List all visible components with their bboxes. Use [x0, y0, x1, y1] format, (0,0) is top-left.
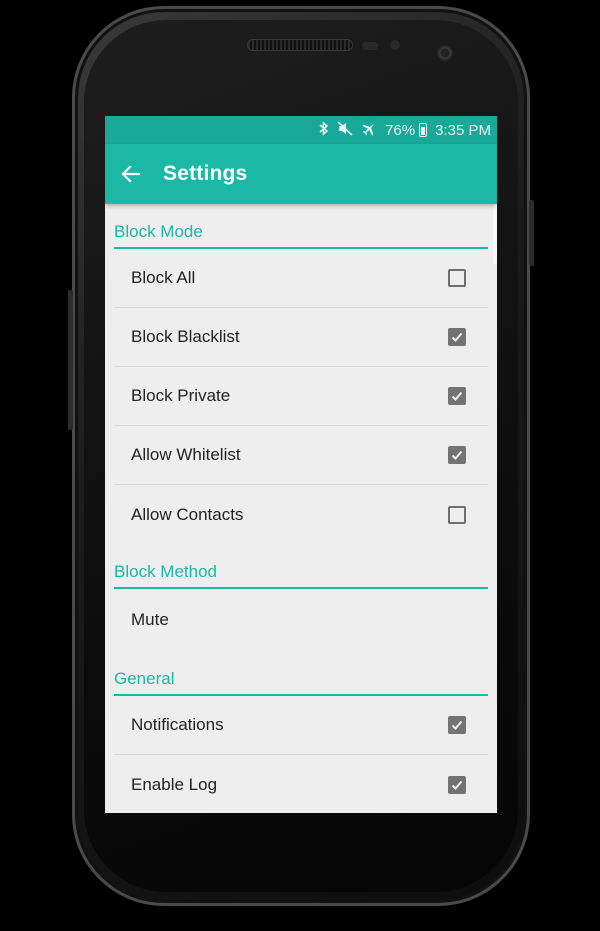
front-camera [436, 44, 454, 62]
pref-label: Allow Whitelist [131, 445, 241, 464]
pref-label: Allow Contacts [131, 504, 244, 524]
pref-notifications[interactable]: Notifications [114, 696, 488, 755]
settings-list: Block Mode Block All Block Blacklist Blo… [105, 204, 497, 813]
checkbox[interactable] [448, 716, 466, 734]
power-button [529, 200, 534, 266]
block-method-value: Mute [131, 610, 169, 629]
proximity-sensor [362, 42, 378, 50]
volume-button [68, 290, 73, 430]
light-sensor [390, 40, 400, 50]
checkbox[interactable] [448, 505, 466, 524]
pref-allow-contacts[interactable]: Allow Contacts [114, 485, 488, 544]
battery-icon [419, 123, 428, 137]
checkbox[interactable] [448, 387, 466, 405]
pref-label: Enable Log [131, 774, 218, 794]
section-header-general: General [114, 651, 488, 696]
checkbox[interactable] [448, 775, 466, 794]
pref-allow-whitelist[interactable]: Allow Whitelist [114, 426, 488, 485]
pref-block-private[interactable]: Block Private [114, 367, 488, 426]
pref-label: Block Private [131, 386, 231, 405]
checkbox[interactable] [448, 269, 466, 287]
arrow-left-icon[interactable] [107, 150, 155, 198]
status-time: 3:35 PM [435, 121, 491, 139]
phone-screen: 76% 3:35 PM Settings Block Mode Block Al… [105, 116, 497, 813]
battery-percent: 76% [385, 121, 416, 139]
bluetooth-icon [318, 121, 329, 139]
pref-block-blacklist[interactable]: Block Blacklist [114, 308, 488, 367]
pref-block-method[interactable]: Mute [114, 589, 488, 651]
checkbox[interactable] [448, 446, 466, 464]
pref-label: Block All [131, 268, 196, 287]
section-header-block-mode: Block Mode [114, 204, 488, 249]
section-header-block-method: Block Method [114, 544, 488, 589]
app-bar: Settings [105, 144, 497, 204]
pref-enable-log[interactable]: Enable Log [114, 755, 488, 813]
checkbox[interactable] [448, 328, 466, 346]
pref-label: Block Blacklist [131, 327, 240, 346]
airplane-icon [361, 121, 377, 139]
earpiece-speaker [248, 40, 352, 50]
pref-label: Notifications [131, 715, 224, 734]
pref-block-all[interactable]: Block All [114, 249, 488, 308]
page-title: Settings [163, 162, 248, 185]
status-bar: 76% 3:35 PM [105, 116, 497, 144]
mute-icon [337, 121, 353, 139]
